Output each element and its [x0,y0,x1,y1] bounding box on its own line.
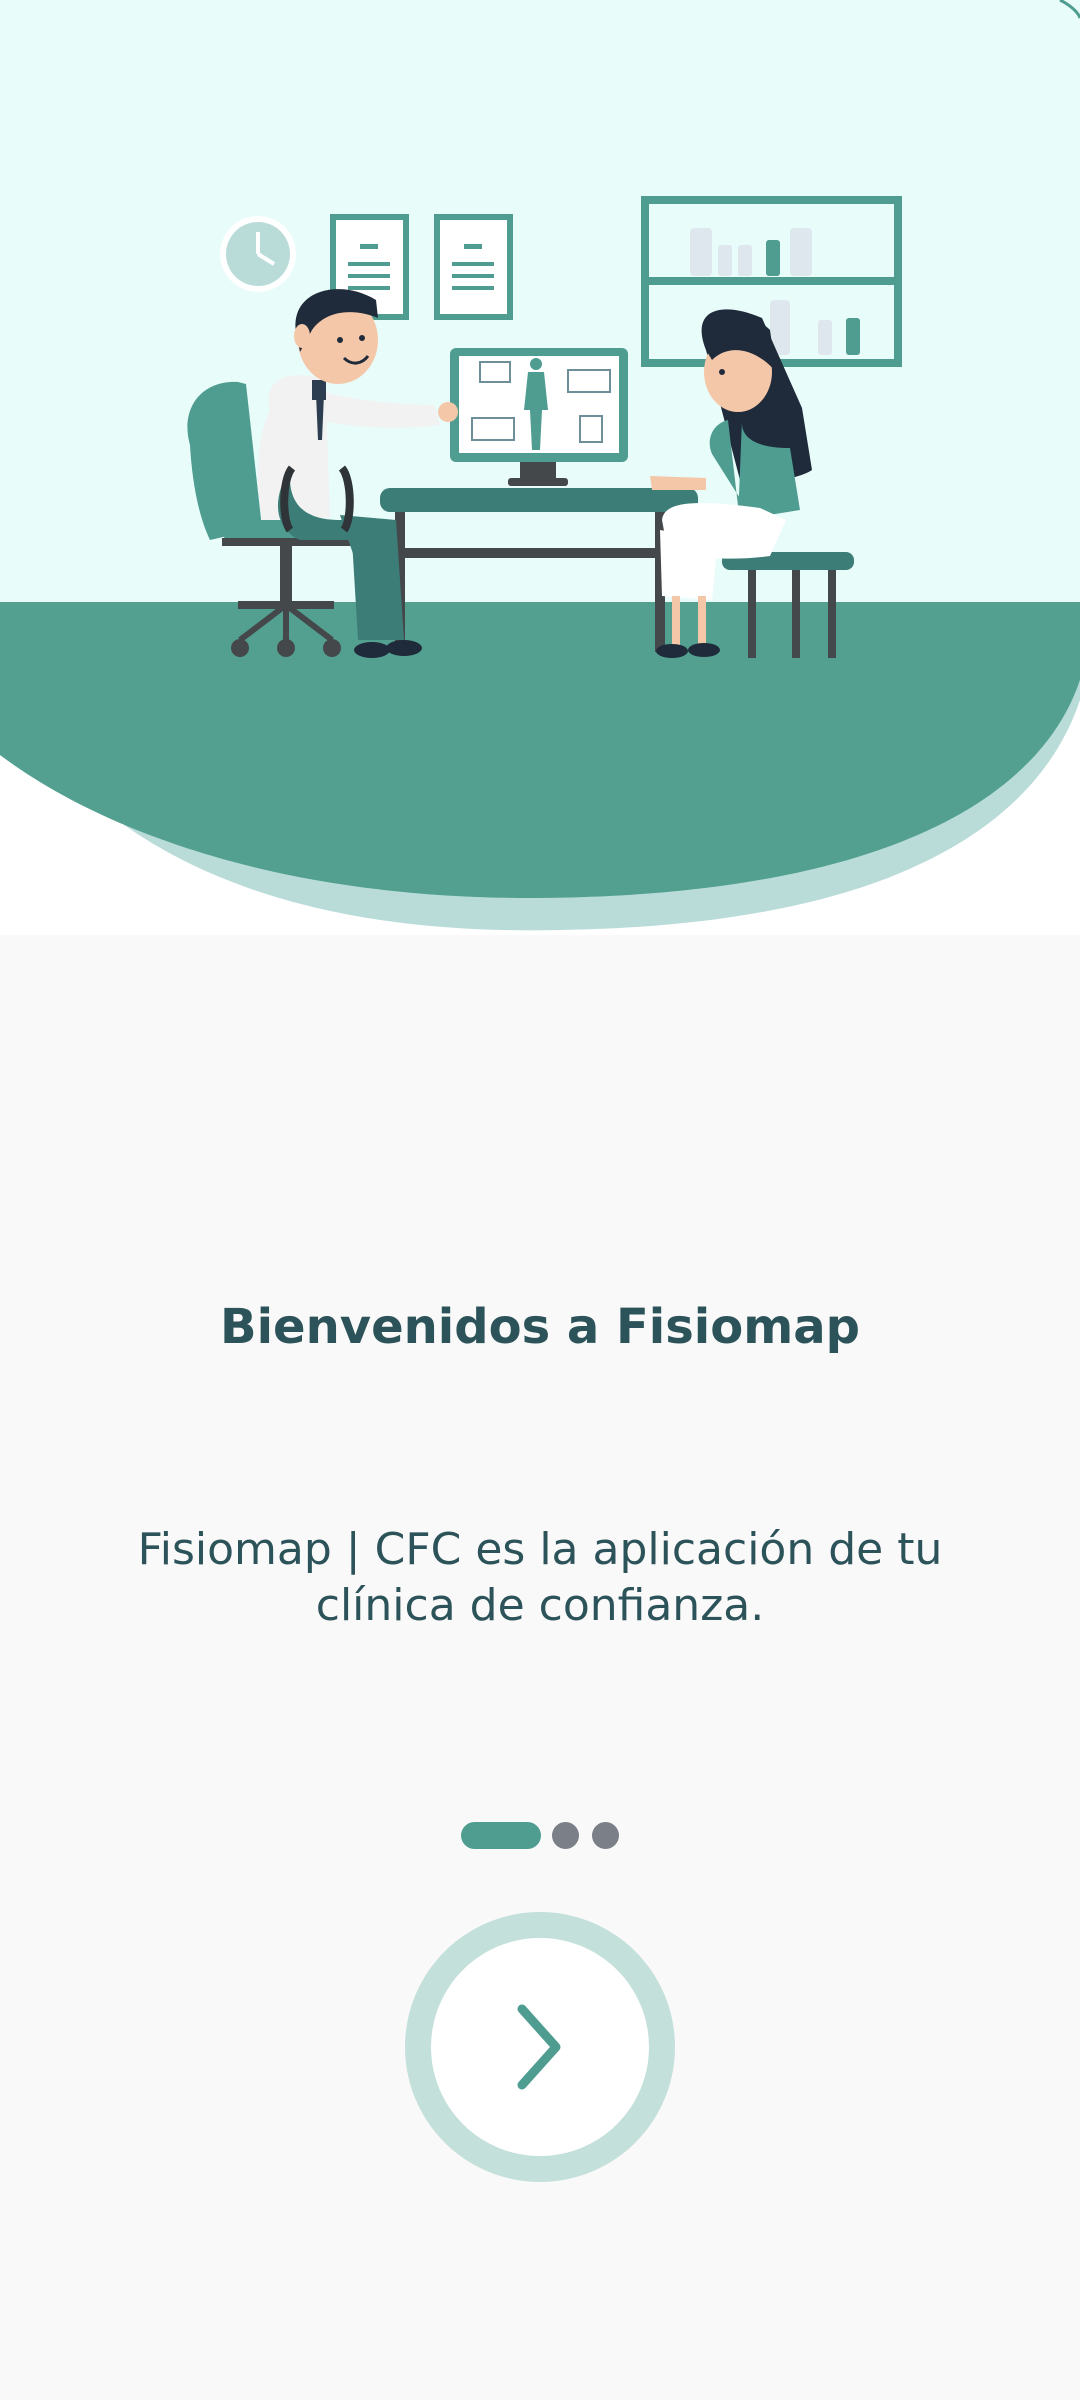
page-indicator [0,1820,1080,1850]
page-indicator-dot-active [461,1822,541,1849]
page-indicator-dot [552,1822,579,1849]
chevron-right-icon [517,2004,561,2090]
page-title: Bienvenidos a Fisiomap [220,1299,860,1355]
page-indicator-dot [592,1822,619,1849]
onboarding-screen: Bienvenidos a Fisiomap Fisiomap | CFC es… [0,0,1080,2400]
next-button[interactable] [405,1912,675,2182]
doctor-patient-consultation-illustration [0,0,1080,931]
hero-illustration [0,0,1080,935]
clock-icon [220,216,296,292]
page-description: Fisiomap | CFC es la aplicación de tu cl… [137,1524,943,1631]
